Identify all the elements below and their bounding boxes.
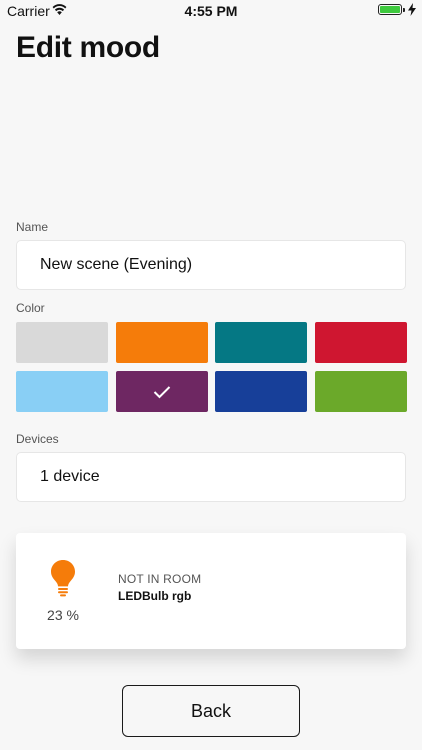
name-field[interactable]: New scene (Evening) — [16, 240, 406, 290]
devices-field[interactable]: 1 device — [16, 452, 406, 502]
color-swatch-grid — [16, 322, 407, 412]
color-swatch[interactable] — [116, 371, 208, 412]
battery-icon — [378, 4, 402, 15]
color-swatch[interactable] — [16, 371, 108, 412]
device-card[interactable]: 23 % NOT IN ROOM LEDBulb rgb — [16, 533, 406, 649]
color-label: Color — [16, 301, 45, 315]
brightness-percent: 23 % — [47, 607, 79, 623]
checkmark-icon — [153, 385, 171, 398]
battery-tip — [403, 8, 405, 12]
page-title: Edit mood — [16, 31, 160, 64]
devices-label: Devices — [16, 432, 59, 446]
name-label: Name — [16, 220, 49, 234]
color-swatch[interactable] — [315, 322, 407, 363]
device-room: NOT IN ROOM — [118, 572, 202, 586]
color-swatch[interactable] — [315, 371, 407, 412]
color-swatch[interactable] — [215, 322, 307, 363]
charging-bolt-icon — [408, 3, 416, 16]
device-name: LEDBulb rgb — [118, 589, 192, 603]
status-time: 4:55 PM — [184, 3, 238, 19]
color-swatch[interactable] — [16, 322, 108, 363]
lightbulb-icon — [51, 560, 75, 597]
status-bar: Carrier 4:55 PM — [0, 0, 422, 24]
color-swatch[interactable] — [215, 371, 307, 412]
back-button[interactable]: Back — [122, 685, 300, 737]
color-swatch[interactable] — [116, 322, 208, 363]
